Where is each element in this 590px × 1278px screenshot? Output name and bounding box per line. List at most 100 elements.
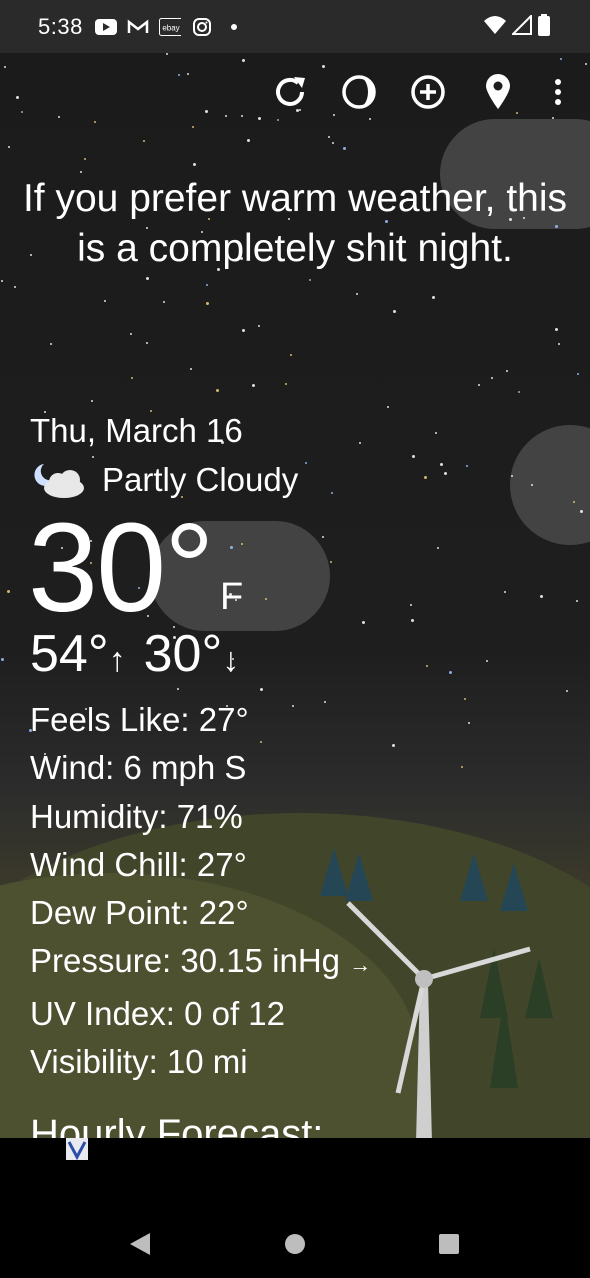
star [393,310,396,313]
ebay-icon: ebay [158,17,181,36]
youtube-icon [94,18,117,36]
star [511,475,513,477]
star [285,383,287,385]
star [58,116,60,118]
pressure: Pressure: 30.15 inHg [30,942,341,980]
refresh-button[interactable] [270,72,310,112]
battery-icon [538,14,550,41]
toolbar [0,72,590,116]
star [92,456,94,458]
condition-row: Partly Cloudy [30,460,298,500]
star [216,389,219,392]
star [332,142,334,144]
star [560,58,562,60]
pressure-trend-icon: → [349,952,372,978]
star [330,561,332,563]
high-temp: 54° [30,625,109,683]
star [163,301,165,303]
moon-phase-button[interactable] [339,72,379,112]
star [305,462,307,464]
star [91,400,93,402]
star [177,688,179,690]
star [540,595,543,598]
star [410,604,412,606]
star [192,126,194,128]
star [242,59,245,62]
star [362,621,365,624]
star [322,65,325,68]
star [331,492,333,494]
up-arrow-icon: ↑ [108,641,126,679]
star [440,463,443,466]
star [1,280,3,282]
star [230,546,233,549]
temperature-unit: F [220,576,244,618]
star [104,300,106,302]
star [8,146,10,148]
star [461,766,463,768]
weather-quote: If you prefer warm weather, this is a co… [22,177,568,270]
high-low-temps: 54° ↑ 30° ↓ [30,624,257,684]
star [277,119,279,121]
low-temp: 30° [143,625,223,683]
dot-icon [223,18,245,36]
add-location-button[interactable] [408,72,448,112]
star [265,598,267,600]
star [531,484,533,486]
status-bar: 5:38 ebay [0,0,590,53]
star [466,465,468,467]
star [444,472,447,475]
star [258,117,261,120]
star [190,368,192,370]
star [435,432,437,434]
home-button[interactable] [284,1233,306,1260]
back-icon [130,1233,150,1255]
star [449,671,452,674]
star [478,384,480,386]
star [412,455,415,458]
star [131,377,133,379]
star [50,343,52,345]
star [166,53,168,55]
star [468,722,470,724]
star [309,279,311,281]
wifi-icon [484,15,506,40]
star [206,302,209,305]
instagram-icon [191,17,213,36]
gmail-icon [127,18,149,36]
star [464,698,466,700]
svg-text:ebay: ebay [162,23,179,32]
star [84,158,86,160]
star [432,296,435,299]
star [260,688,263,691]
star [577,373,579,375]
star [486,660,488,662]
star [241,543,243,545]
star [369,118,371,120]
star [4,66,6,68]
location-button[interactable] [478,72,518,112]
star [7,590,10,593]
more-options-icon [555,79,561,105]
home-icon [285,1234,305,1254]
star [411,619,414,622]
star [328,136,330,138]
more-options-button[interactable] [538,72,578,112]
star [580,510,583,513]
dew-point: Dew Point: 22° [30,894,249,932]
back-button[interactable] [128,1232,152,1261]
wind-chill: Wind Chill: 27° [30,845,247,883]
down-arrow-icon: ↓ [222,641,240,679]
star [573,501,575,503]
recents-button[interactable] [438,1233,460,1260]
status-time: 5:38 [38,13,83,39]
partly-cloudy-night-icon [30,460,88,500]
weather-details: Feels Like: 27° Wind: 6 mph S Humidity: … [30,696,371,1086]
star [566,690,568,692]
add-location-icon [411,75,445,109]
feels-like: Feels Like: 27° [30,701,249,738]
star [146,277,149,280]
refresh-icon [276,77,305,106]
star [247,139,250,142]
star [506,370,508,372]
